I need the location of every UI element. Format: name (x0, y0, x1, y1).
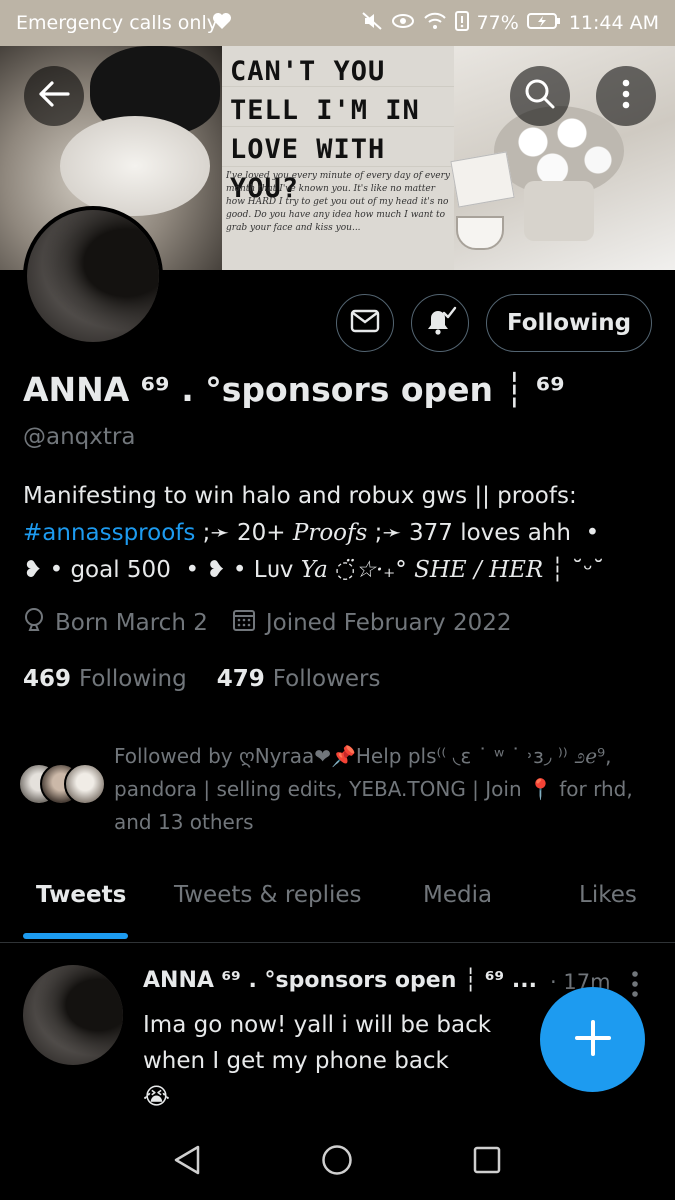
followed-by-text[interactable]: Followed by ღNyraa❤📌Help pls⁽⁽ ◟ε ˙ ʷ ˙ … (114, 740, 654, 839)
vase-shape (524, 181, 594, 241)
follower-avatar (64, 763, 106, 805)
profile-bio: Manifesting to win halo and robux gws ||… (23, 478, 653, 589)
display-name: ANNA ⁶⁹ . °sponsors open ┆ ⁶⁹ (23, 370, 565, 409)
bio-text: ;➛ 377 loves ahh • (367, 520, 600, 546)
location-icon (23, 608, 45, 638)
plus-icon (573, 1018, 613, 1062)
mail-icon (350, 309, 380, 337)
tab-tweets-replies[interactable]: Tweets & replies (174, 882, 362, 908)
bio-text: ❥ • goal 500 • ❥ • Lᴜᴠ (23, 557, 301, 583)
box-shape (450, 151, 515, 208)
active-tab-indicator (23, 933, 128, 939)
battery-percent: 77% (476, 12, 519, 34)
tab-likes[interactable]: Likes (579, 882, 637, 908)
profile-meta: Born March 2 Joined February 2022 (23, 608, 536, 638)
system-nav-bar (0, 1118, 675, 1200)
followers-stat[interactable]: 479 Followers (217, 666, 381, 692)
following-button-label: Following (506, 310, 632, 336)
battery-icon (526, 12, 561, 35)
more-vertical-icon (621, 78, 631, 114)
avatar-hair-shape (27, 210, 159, 342)
status-icons: 77% 11:44 AM (361, 10, 659, 36)
cup-shape (456, 216, 504, 250)
sim-alert-icon (454, 10, 469, 36)
avatar-hair-shape (23, 965, 123, 1065)
more-options-button[interactable] (596, 66, 656, 126)
wifi-icon (423, 11, 447, 36)
heart-icon (212, 12, 232, 35)
following-button[interactable]: Following (486, 294, 652, 352)
clock-text: 11:44 AM (568, 12, 659, 34)
eye-icon (391, 12, 415, 35)
calendar-icon (232, 608, 256, 638)
bio-hashtag-link[interactable]: #annassproofs (23, 520, 195, 546)
follow-stats: 469 Following 479 Followers (23, 666, 410, 692)
back-button[interactable] (24, 66, 84, 126)
user-handle: @anqxtra (23, 424, 136, 450)
bio-text: ┆ ˘ᵕ˘ (543, 557, 605, 583)
followers-label: Followers (272, 666, 381, 692)
bio-line-1: Manifesting to win halo and robux gws ||… (23, 483, 577, 509)
tweet-text: Ima go now! yall i will be back when I g… (143, 1012, 492, 1074)
search-button[interactable] (510, 66, 570, 126)
bio-line-3: ❥ • goal 500 • ❥ • Lᴜᴠ Ya ◌̈☆·₊° SHE / H… (23, 552, 653, 589)
white-cat-shape (60, 116, 210, 216)
following-count: 469 (23, 666, 72, 692)
nav-home-icon[interactable] (321, 1144, 353, 1180)
message-button[interactable] (336, 294, 394, 352)
compose-tweet-button[interactable] (540, 987, 645, 1092)
tweet-emoji: 😭 (143, 1084, 170, 1110)
tweet-body: Ima go now! yall i will be back when I g… (143, 1007, 543, 1115)
status-bar: Emergency calls only 77% 11:44 AM (0, 0, 675, 46)
notification-bell-icon (423, 305, 457, 341)
born-text: Born March 2 (55, 610, 208, 636)
following-stat[interactable]: 469 Following (23, 666, 187, 692)
bio-proofs-word: Proofs (292, 520, 368, 546)
tweet-more-icon[interactable] (630, 970, 640, 1004)
bio-line-2: #annassproofs ;➛ 20+ Proofs ;➛ 377 loves… (23, 515, 653, 552)
banner-scrawl: I've loved you every minute of every day… (226, 171, 450, 233)
joined-item: Joined February 2022 (232, 608, 512, 638)
tweet-author-name[interactable]: ANNA ⁶⁹ . °sponsors open ┆ ⁶⁹ ... (143, 968, 537, 993)
bio-text: ;➛ 20+ (195, 520, 293, 546)
profile-tabs: Tweets Tweets & replies Media Likes (0, 866, 675, 943)
following-label: Following (79, 666, 187, 692)
carrier-text: Emergency calls only (16, 12, 218, 34)
tab-media[interactable]: Media (423, 882, 492, 908)
nav-back-icon[interactable] (172, 1144, 202, 1180)
tab-tweets[interactable]: Tweets (36, 882, 126, 908)
profile-avatar[interactable] (23, 206, 163, 346)
back-arrow-icon (38, 80, 70, 112)
mute-icon (361, 11, 383, 36)
notifications-button[interactable] (411, 294, 469, 352)
followers-count: 479 (216, 666, 265, 692)
joined-text: Joined February 2022 (265, 610, 512, 636)
tweet-author-avatar[interactable] (23, 965, 123, 1065)
birthday-item: Born March 2 (23, 608, 208, 638)
banner-note-photo: CAN'T YOU TELL I'M IN LOVE WITH YOU? I'v… (222, 46, 454, 270)
bio-serif-text: Ya ◌̈☆·₊° SHE / HER (300, 557, 544, 583)
search-icon (524, 78, 556, 114)
nav-recents-icon[interactable] (473, 1146, 501, 1178)
